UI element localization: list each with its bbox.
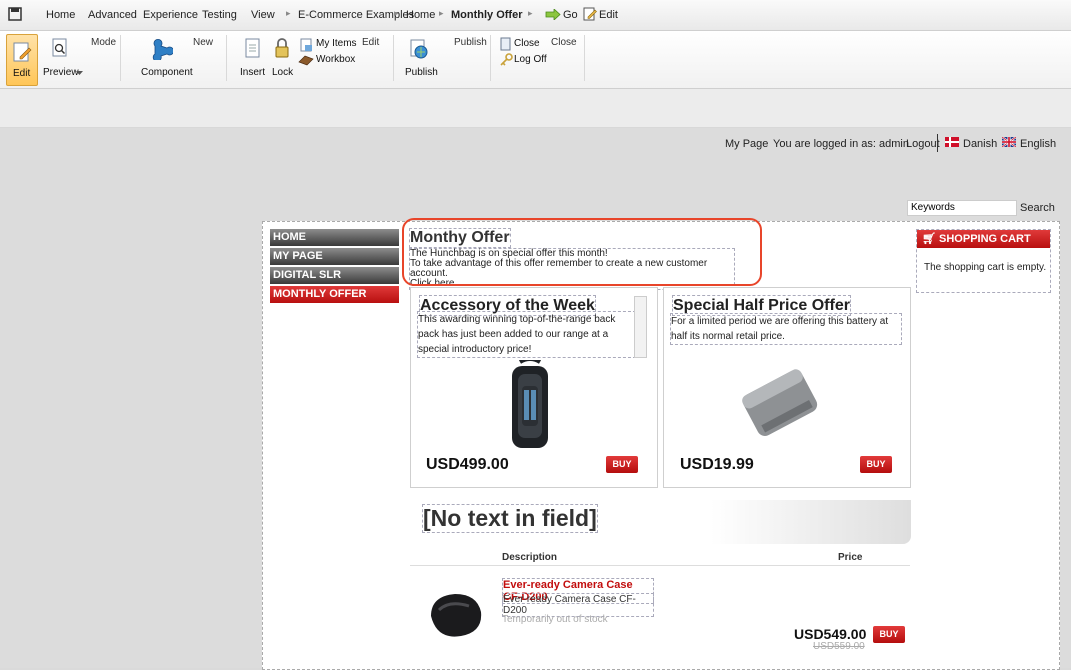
save-icon[interactable] [8,7,22,21]
breadcrumb-monthly-offer[interactable]: Monthly Offer [451,9,523,21]
logoff-key-icon[interactable] [499,53,513,67]
highlight-annotation [402,218,762,286]
insert-icon[interactable] [244,38,262,60]
tab-experience[interactable]: Experience [143,9,198,21]
scrollbar[interactable] [634,296,647,358]
divider [120,35,121,81]
tab-view[interactable]: View [251,9,275,21]
tab-testing[interactable]: Testing [202,9,237,21]
dropdown-arrow-icon[interactable] [76,71,83,76]
component-icon[interactable] [151,38,173,60]
divider [410,565,910,566]
tab-home[interactable]: Home [46,9,75,21]
logout-link[interactable]: Logout [906,138,940,150]
edit-link[interactable]: Edit [599,9,618,21]
special-offer-price: USD19.99 [680,456,754,473]
product-old-price: USD559.00 [813,641,865,652]
description-column-header: Description [502,552,558,563]
price-column-header: Price [838,552,863,563]
logged-in-text: You are logged in as: admin [773,138,909,150]
danish-flag-icon[interactable] [945,137,959,147]
new-group-label: New [193,37,214,48]
tab-advanced[interactable]: Advanced [88,9,137,21]
breadcrumb-separator: ▸ [528,8,533,18]
cart-title: SHOPPING CART [939,233,1031,245]
search-input[interactable] [907,200,1017,216]
breadcrumb-home[interactable]: Home [406,9,435,21]
publish-group-label: Publish [454,37,487,48]
banner-text[interactable]: [No text in field] [422,504,598,533]
edit-mode-button[interactable]: Edit [6,34,38,86]
nav-item-home[interactable]: HOME [270,229,399,246]
logoff-button[interactable]: Log Off [514,54,547,65]
lock-icon[interactable] [274,37,290,59]
special-offer-description[interactable]: For a limited period we are offering thi… [670,313,902,345]
accessory-description[interactable]: This awarding winning top-of-the-range b… [417,311,636,358]
product-buy-button[interactable]: BUY [873,626,905,643]
edit-mode-label: Edit [13,68,31,79]
insert-button[interactable]: Insert [240,67,265,78]
breadcrumb-separator: ▸ [439,8,444,18]
close-button[interactable]: Close [514,38,540,49]
go-arrow-icon[interactable] [545,9,561,20]
workbox-button[interactable]: Workbox [316,54,355,65]
component-button[interactable]: Component [141,67,193,78]
my-items-button[interactable]: My Items [316,38,357,49]
divider [584,35,585,81]
close-page-icon[interactable] [500,37,511,51]
search-button[interactable]: Search [1020,202,1055,214]
shopping-cart: 🛒︎ SHOPPING CART The shopping cart is em… [916,229,1051,293]
lock-button[interactable]: Lock [272,67,293,78]
edit-pencil-icon[interactable] [583,7,597,21]
danish-link[interactable]: Danish [963,138,997,150]
nav-item-my-page[interactable]: MY PAGE [270,248,399,265]
divider [226,35,227,81]
my-page-link[interactable]: My Page [725,138,768,150]
edit-page-icon [13,42,32,62]
publish-icon[interactable] [409,39,429,59]
battery-product-image[interactable] [733,358,828,448]
english-flag-icon[interactable] [1002,137,1016,147]
special-offer-buy-button[interactable]: BUY [860,456,892,473]
cart-empty-text: The shopping cart is empty. [924,262,1047,273]
nav-item-monthly-offer[interactable]: MONTHLY OFFER [270,286,399,303]
breadcrumb-separator: ▸ [286,8,291,18]
product-list-banner: [No text in field] [410,500,911,544]
divider [393,35,394,81]
preview-icon[interactable] [51,38,69,58]
breadcrumb-separator: ▸ [394,8,399,18]
close-group-label: Close [551,37,577,48]
camera-case-product-image[interactable] [425,588,485,640]
accessory-buy-button[interactable]: BUY [606,456,638,473]
publish-button[interactable]: Publish [405,67,438,78]
product-price: USD549.00 [794,626,867,642]
divider [937,134,938,152]
shopping-cart-header[interactable]: 🛒︎ SHOPPING CART [917,230,1050,248]
edit-group-label: Edit [362,37,380,48]
go-button[interactable]: Go [563,9,578,21]
main-navigation: HOME MY PAGE DIGITAL SLR MONTHLY OFFER [270,229,399,305]
my-items-icon[interactable] [300,38,313,52]
divider [490,35,491,81]
cart-icon: 🛒︎ [922,233,940,245]
nav-item-digital-slr[interactable]: DIGITAL SLR [270,267,399,284]
stock-status: Temporarily out of stock [502,614,608,625]
mode-group-label: Mode [91,37,117,48]
menu-bar: Home Advanced Experience Testing View ▸ … [0,0,1071,31]
backpack-product-image[interactable] [500,360,560,452]
preview-button[interactable]: Preview [43,67,79,78]
workbox-icon[interactable] [298,54,314,66]
ribbon-toolbar: Mode Edit Preview New Component Insert L… [0,31,1071,89]
ribbon-status-strip [0,89,1071,128]
accessory-price: USD499.00 [426,456,509,473]
english-link[interactable]: English [1020,138,1056,150]
